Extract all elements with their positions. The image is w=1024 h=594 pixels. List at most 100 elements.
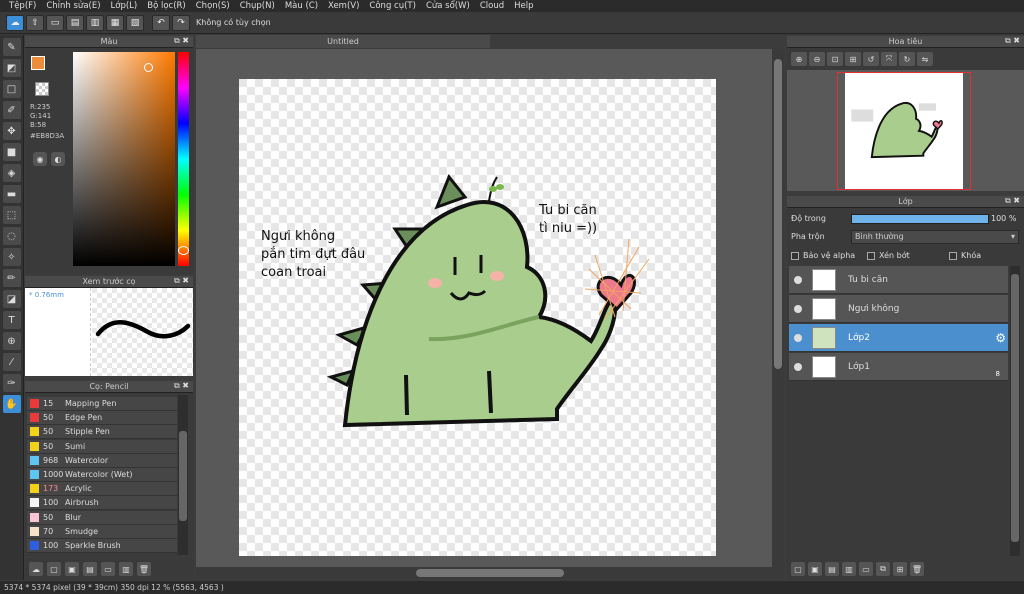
visibility-icon[interactable] xyxy=(794,275,802,284)
menu-capture[interactable]: Chụp(N) xyxy=(235,0,280,12)
brush-item[interactable]: 50 Sumi xyxy=(27,439,177,454)
brush-item[interactable]: 15 Mapping Pen xyxy=(27,397,177,411)
lasso-select-icon[interactable]: ◌ xyxy=(2,227,21,245)
zoom-out-icon[interactable]: ⊖ xyxy=(809,52,825,66)
new-layer-8bit-icon[interactable]: ▤ xyxy=(825,562,839,576)
preview-close-icon[interactable]: ⧉ ✖ xyxy=(174,276,189,286)
menu-filter[interactable]: Bộ lọc(R) xyxy=(142,0,191,12)
canvas-horizontal-scrollbar[interactable] xyxy=(196,567,784,579)
canvas-area[interactable]: Ngưi không pắn tim đựt đâu coan troai Tu… xyxy=(196,49,784,579)
palette-icon[interactable]: ◉ xyxy=(33,152,47,166)
move-tool-icon[interactable]: ✥ xyxy=(2,122,21,140)
zoom-in-icon[interactable]: ⊕ xyxy=(791,52,807,66)
hue-cursor[interactable] xyxy=(178,246,189,255)
rotate-right-icon[interactable]: ↻ xyxy=(899,52,915,66)
canvas-vertical-scrollbar[interactable] xyxy=(772,49,784,567)
fit-icon[interactable]: ⊡ xyxy=(827,52,843,66)
new-brush-icon[interactable]: ▢ xyxy=(47,562,61,576)
protect-alpha-checkbox[interactable]: Bảo vệ alpha xyxy=(791,251,855,260)
redo-icon[interactable]: ↷ xyxy=(172,14,190,31)
brush-scroll-thumb[interactable] xyxy=(179,431,187,521)
flip-icon[interactable]: ⇋ xyxy=(917,52,933,66)
brush-settings-icon[interactable]: ▤ xyxy=(83,562,97,576)
layer-item[interactable]: Tu bi căn xyxy=(789,266,1008,294)
hand-tool-icon[interactable]: ✋ xyxy=(2,395,21,413)
layer-item[interactable]: Lớp1 8 xyxy=(789,353,1008,381)
undo-icon[interactable]: ↶ xyxy=(152,14,170,31)
layer-item-selected[interactable]: Lớp2 ⚙ xyxy=(789,324,1008,352)
fill-rect-icon[interactable]: ■ xyxy=(2,143,21,161)
navigator-view[interactable] xyxy=(787,70,1024,191)
layer-add-menu-icon[interactable]: ▥ xyxy=(842,562,856,576)
brush-scrollbar[interactable] xyxy=(178,395,188,555)
grid-icon[interactable]: ▦ xyxy=(106,14,124,31)
layer-scrollbar[interactable] xyxy=(1010,266,1020,556)
sv-cursor[interactable] xyxy=(144,63,153,72)
brush-item[interactable]: 50 Edge Pen xyxy=(27,411,177,426)
drawing-canvas[interactable]: Ngưi không pắn tim đựt đâu coan troai Tu… xyxy=(239,79,716,556)
color-mixer-icon[interactable]: ◐ xyxy=(51,152,65,166)
brush-item[interactable]: 968 Watercolor xyxy=(27,453,177,468)
select-pen-icon[interactable]: ✏ xyxy=(2,269,21,287)
magic-wand-icon[interactable]: ✧ xyxy=(2,248,21,266)
menu-view[interactable]: Xem(V) xyxy=(323,0,364,12)
brush-item[interactable]: 1000 Watercolor (Wet) xyxy=(27,468,177,482)
blend-mode-select[interactable]: Bình thường ▾ xyxy=(851,230,1019,244)
export-icon[interactable]: ⇧ xyxy=(26,14,44,31)
chat-icon[interactable]: ▤ xyxy=(66,14,84,31)
cloud-brush-icon[interactable]: ☁ xyxy=(29,562,43,576)
lock-checkbox[interactable]: Khóa xyxy=(949,251,981,260)
brush-item[interactable]: 100 Sparkle Brush xyxy=(27,539,177,553)
brush-item[interactable]: 100 Airbrush xyxy=(27,496,177,511)
page-icon[interactable]: ▥ xyxy=(86,14,104,31)
menu-layer[interactable]: Lớp(L) xyxy=(106,0,143,12)
menu-file[interactable]: Tệp(F) xyxy=(4,0,41,12)
brush-item[interactable]: 50 Stipple Pen xyxy=(27,425,177,440)
eraser-tool-icon[interactable]: ◩ xyxy=(2,59,21,77)
add-brush-icon[interactable]: ▣ xyxy=(65,562,79,576)
hue-slider[interactable] xyxy=(178,52,189,266)
gear-icon[interactable]: ⚙ xyxy=(995,331,1006,345)
rotate-left-icon[interactable]: ↺ xyxy=(863,52,879,66)
layer-item[interactable]: Ngưi không xyxy=(789,295,1008,323)
brush-item[interactable]: 173 Acrylic xyxy=(27,482,177,497)
canvas-vscroll-thumb[interactable] xyxy=(774,59,782,369)
lasso-brush-icon[interactable]: ✐ xyxy=(2,101,21,119)
menu-cloud[interactable]: Cloud xyxy=(475,0,509,12)
visibility-icon[interactable] xyxy=(794,333,802,342)
navigator-viewport-frame[interactable] xyxy=(837,72,971,190)
brush-item[interactable]: 70 Smudge xyxy=(27,524,177,539)
menu-color[interactable]: Màu (C) xyxy=(280,0,323,12)
divide-tool-icon[interactable]: ⊕ xyxy=(2,332,21,350)
merge-layer-icon[interactable]: ⊞ xyxy=(893,562,907,576)
gradient-tool-icon[interactable]: ▬ xyxy=(2,185,21,203)
pen-tool-icon[interactable]: ✑ xyxy=(2,374,21,392)
new-halftone-layer-icon[interactable]: ▣ xyxy=(808,562,822,576)
layer-close-icon[interactable]: ⧉ ✖ xyxy=(1005,196,1020,206)
panel-close-icon[interactable]: ⧉ ✖ xyxy=(174,36,189,46)
comment-icon[interactable]: ▭ xyxy=(46,14,64,31)
new-layer-icon[interactable]: ▢ xyxy=(791,562,805,576)
bucket-tool-icon[interactable]: ◈ xyxy=(2,164,21,182)
brush-tool-icon[interactable]: ✎ xyxy=(2,38,21,56)
brush-copy-icon[interactable]: ▥ xyxy=(119,562,133,576)
reset-view-icon[interactable]: ⤧ xyxy=(881,52,897,66)
visibility-icon[interactable] xyxy=(794,362,802,371)
layer-scroll-thumb[interactable] xyxy=(1011,274,1019,542)
foreground-color-swatch[interactable] xyxy=(31,56,45,70)
transparent-color-swatch[interactable] xyxy=(35,82,49,96)
brush-item[interactable]: 50 Blur xyxy=(27,510,177,525)
opacity-slider[interactable] xyxy=(851,214,989,224)
text-tool-icon[interactable]: T xyxy=(2,311,21,329)
canvas-hscroll-thumb[interactable] xyxy=(416,569,564,577)
delete-layer-icon[interactable]: 🗑 xyxy=(910,562,924,576)
delete-brush-icon[interactable]: 🗑 xyxy=(137,562,151,576)
menu-window[interactable]: Cửa sổ(W) xyxy=(421,0,475,12)
select-eraser-icon[interactable]: ◪ xyxy=(2,290,21,308)
document-tab[interactable]: Untitled xyxy=(196,35,490,48)
menu-help[interactable]: Help xyxy=(509,0,538,12)
menu-select[interactable]: Chọn(S) xyxy=(191,0,235,12)
saturation-value-picker[interactable] xyxy=(73,52,175,266)
clipping-checkbox[interactable]: Xén bớt xyxy=(867,251,910,260)
layer-folder-icon[interactable]: ▭ xyxy=(859,562,873,576)
